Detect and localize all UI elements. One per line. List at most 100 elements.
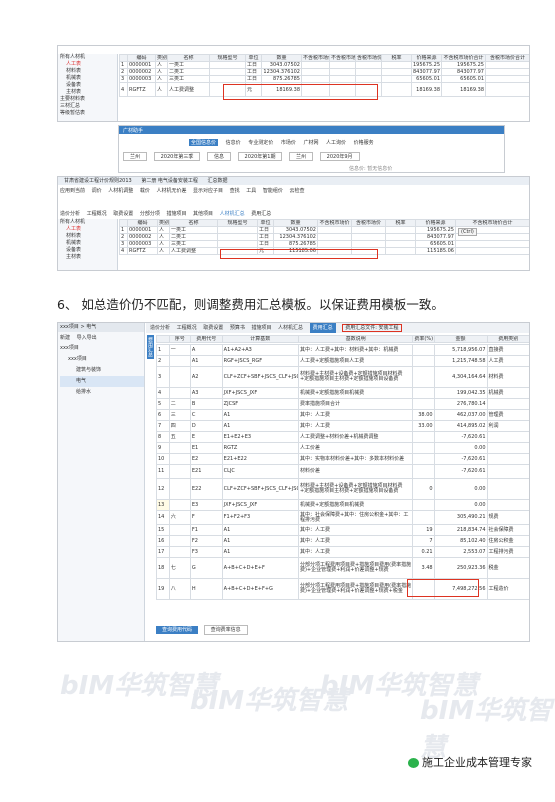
region-select[interactable]: 兰州 bbox=[123, 152, 148, 161]
tools-button[interactable]: 工具 bbox=[246, 187, 256, 194]
column-header[interactable]: 规格型号 bbox=[217, 219, 258, 227]
tree-item[interactable]: 机械表 bbox=[58, 75, 117, 82]
table-row[interactable]: 8 五 E E1+E2+E3 人工费调整+材料价差+机械费调整 -7,620.61 bbox=[156, 431, 529, 443]
tree-item[interactable]: 主要材料表 bbox=[58, 96, 117, 103]
tree-item[interactable]: 建筑与装饰 bbox=[60, 365, 144, 376]
tab-guangcai[interactable]: 广材网 bbox=[303, 139, 318, 146]
tree-item[interactable]: 材料表 bbox=[58, 68, 117, 75]
query-fee-code-tab[interactable]: 查询费用代码 bbox=[156, 626, 199, 634]
column-header[interactable]: 费用代号 bbox=[189, 335, 223, 343]
tab-info-price[interactable]: 信息价 bbox=[226, 139, 241, 146]
project-selector[interactable]: xxx项目 > 电气 bbox=[58, 323, 144, 332]
column-header[interactable]: 含税市场价 bbox=[355, 54, 382, 62]
column-header[interactable]: 类别 bbox=[155, 54, 168, 62]
tab-budget[interactable]: 预算书 bbox=[230, 323, 245, 333]
column-header[interactable]: 价格来源 bbox=[415, 219, 456, 227]
region-select-2[interactable]: 兰州 bbox=[289, 152, 314, 161]
column-header[interactable]: 不含税市场价合计 bbox=[441, 54, 486, 62]
column-header[interactable]: 税率 bbox=[385, 219, 416, 227]
tab-measured[interactable]: 专业测定价 bbox=[248, 139, 273, 146]
tree-item[interactable]: 所有人材机 bbox=[58, 219, 117, 226]
tree-item[interactable]: xxx项目 bbox=[60, 343, 144, 354]
column-header[interactable]: 含税市场价 bbox=[351, 219, 386, 227]
find-button[interactable]: 查找 bbox=[230, 187, 240, 194]
import-export-button[interactable]: 导入导出 bbox=[77, 334, 97, 341]
tab-measures[interactable]: 措施项目 bbox=[251, 323, 271, 333]
column-header[interactable]: 不含税市场价 bbox=[329, 54, 356, 62]
table-row[interactable]: 3 0000003 人三类工 工日 875.26785 65605.01 65605.01 bbox=[119, 75, 529, 83]
column-header[interactable]: 名称 bbox=[169, 219, 218, 227]
table-row[interactable]: 11 E21 CLJC 材料价差 -7,620.61 bbox=[156, 464, 529, 479]
tab-fee-settings[interactable]: 取费设置 bbox=[203, 323, 223, 333]
tab-national[interactable]: 全国信息价 bbox=[189, 139, 219, 146]
fee-file-label[interactable]: 费用汇总文件: 安装工程 bbox=[342, 324, 402, 332]
table-row[interactable]: 17 F3 A1 其中：人工费 0.21 2,553.07 工程排污费 bbox=[156, 546, 529, 558]
new-button[interactable]: 新建 bbox=[60, 334, 70, 341]
column-header[interactable]: 金额 bbox=[433, 335, 488, 343]
project-tab[interactable]: 甘肃省建设工程计价规则2013 bbox=[64, 178, 132, 184]
query-rate-info-tab[interactable]: 查询费率信息 bbox=[203, 625, 248, 635]
column-header[interactable]: 不含税市场价 bbox=[301, 54, 330, 62]
tree-item[interactable]: 人工表 bbox=[58, 61, 117, 68]
table-row[interactable]: 2 A1 RGF+JSCS_RGF 人工费+定额措施项目人工费 1,215,748.58… bbox=[156, 355, 529, 367]
column-header[interactable]: 编码 bbox=[127, 219, 158, 227]
project-tab[interactable]: 汇总数据 bbox=[208, 178, 228, 184]
tree-item[interactable]: 等级暂估表 bbox=[58, 110, 117, 117]
table-row[interactable]: 3 0000003 人三类工 工日 875.26785 65605.01 bbox=[119, 240, 529, 248]
tree-item[interactable]: xxx项目 bbox=[60, 354, 144, 365]
paste-hint[interactable]: (Ctrl) bbox=[458, 228, 477, 236]
column-header[interactable]: 数量 bbox=[261, 54, 302, 62]
column-header[interactable]: 单位 bbox=[257, 219, 274, 227]
tree-item[interactable]: 主材表 bbox=[58, 254, 117, 261]
tree-item[interactable]: 主材表 bbox=[58, 89, 117, 96]
apply-current-button[interactable]: 应用到当前 bbox=[60, 187, 85, 194]
tab-items[interactable]: 分部分项 bbox=[140, 210, 160, 217]
table-row[interactable]: 1 0000001 人一类工 工日 3043.07502 195675.25 195675.… bbox=[119, 61, 529, 69]
month-select[interactable]: 2020年9月 bbox=[319, 152, 360, 161]
material-adjust-button[interactable]: 人材机调整 bbox=[108, 187, 133, 194]
table-row[interactable]: 1 一 A A1+A2+A3 其中：人工费+其中：材料费+其中：机械费 5,718,956… bbox=[156, 344, 529, 356]
column-header[interactable]: 类别 bbox=[157, 219, 170, 227]
project-tab[interactable]: 第二册 电气设备安装工程 bbox=[141, 178, 198, 184]
source-select[interactable]: 信息 bbox=[206, 152, 231, 161]
tab-cost-analysis[interactable]: 造价分析 bbox=[150, 323, 170, 333]
column-header[interactable]: 编码 bbox=[127, 54, 156, 62]
tree-item[interactable]: 所有人材机 bbox=[58, 54, 117, 61]
adjust-price-button[interactable]: 调价 bbox=[92, 187, 102, 194]
tree-item[interactable]: 机械表 bbox=[58, 240, 117, 247]
table-row[interactable]: 10 E2 E21+E22 其中：实物本材料价差+其中：多数本材料价差 -7,620.6… bbox=[156, 453, 529, 465]
tab-material-summary[interactable]: 人材机汇总 bbox=[220, 210, 245, 217]
tree-item[interactable]: 三材汇总 bbox=[58, 103, 117, 110]
tab-other-items[interactable]: 其他项目 bbox=[193, 210, 213, 217]
column-header[interactable]: 名称 bbox=[167, 54, 210, 62]
table-row[interactable]: 3 A2CLF+ZCF+SBF+JSCS_CLF+JSCS_ZCF+JSCS_SB… bbox=[156, 366, 529, 388]
column-header[interactable]: 税率 bbox=[381, 54, 412, 62]
table-row[interactable]: 6 三 C A1 其中：人工费 38.00 462,037.00 管理费 bbox=[156, 409, 529, 421]
column-header[interactable]: 数量 bbox=[273, 219, 318, 227]
column-header[interactable]: 基数说明 bbox=[297, 335, 414, 343]
column-header[interactable]: 不含税市场价合计 bbox=[455, 219, 529, 227]
table-row[interactable]: 5 二 B ZJCSF 费率措施项目合计 276,780.14 bbox=[156, 398, 529, 410]
table-row[interactable]: 4 A3 JXF+JSCS_JXF 机械费+定额措施项目机械费 199,042.35 机械… bbox=[156, 387, 529, 399]
cloud-check-button[interactable]: 云检查 bbox=[289, 187, 304, 194]
tab-cost-analysis[interactable]: 造价分析 bbox=[60, 210, 80, 217]
tab-material-summary[interactable]: 人材机汇总 bbox=[278, 323, 303, 333]
column-header[interactable]: 费率(%) bbox=[412, 335, 435, 343]
tree-item[interactable]: 人工表 bbox=[58, 226, 117, 233]
column-header[interactable]: 费用类别 bbox=[486, 335, 529, 343]
issue-select[interactable]: 2020年第1期 bbox=[237, 152, 283, 161]
column-header[interactable]: 单位 bbox=[245, 54, 262, 62]
table-row[interactable]: 15 F1 A1 其中：人工费 19 218,834.74 社会保障费 bbox=[156, 524, 529, 536]
tree-item[interactable]: 材料表 bbox=[58, 233, 117, 240]
table-row[interactable]: 14 六 F F1+F2+F3 其中：社会保障费+其中：住房公积金+其中：工程排污费 30… bbox=[156, 510, 529, 525]
tab-overview[interactable]: 工程概况 bbox=[87, 210, 107, 217]
no-diff-button[interactable]: 人材机无价差 bbox=[156, 187, 186, 194]
table-row[interactable]: 7 四 D A1 其中：人工费 33.00 414,895.02 利润 bbox=[156, 420, 529, 432]
column-header[interactable]: 含税市场价合计 bbox=[485, 54, 529, 62]
tab-fee-summary[interactable]: 费用汇总 bbox=[309, 323, 336, 333]
tree-item[interactable]: 电气 bbox=[60, 376, 144, 387]
table-row[interactable]: 18 七 G A+B+C+D+E+F 分部分项工程费用项目费+措施项目费用(费率措施费)… bbox=[156, 557, 529, 579]
tab-market[interactable]: 市场价 bbox=[281, 139, 296, 146]
tab-fee-settings[interactable]: 取费设置 bbox=[113, 210, 133, 217]
tree-item[interactable]: 给排水 bbox=[60, 387, 144, 398]
